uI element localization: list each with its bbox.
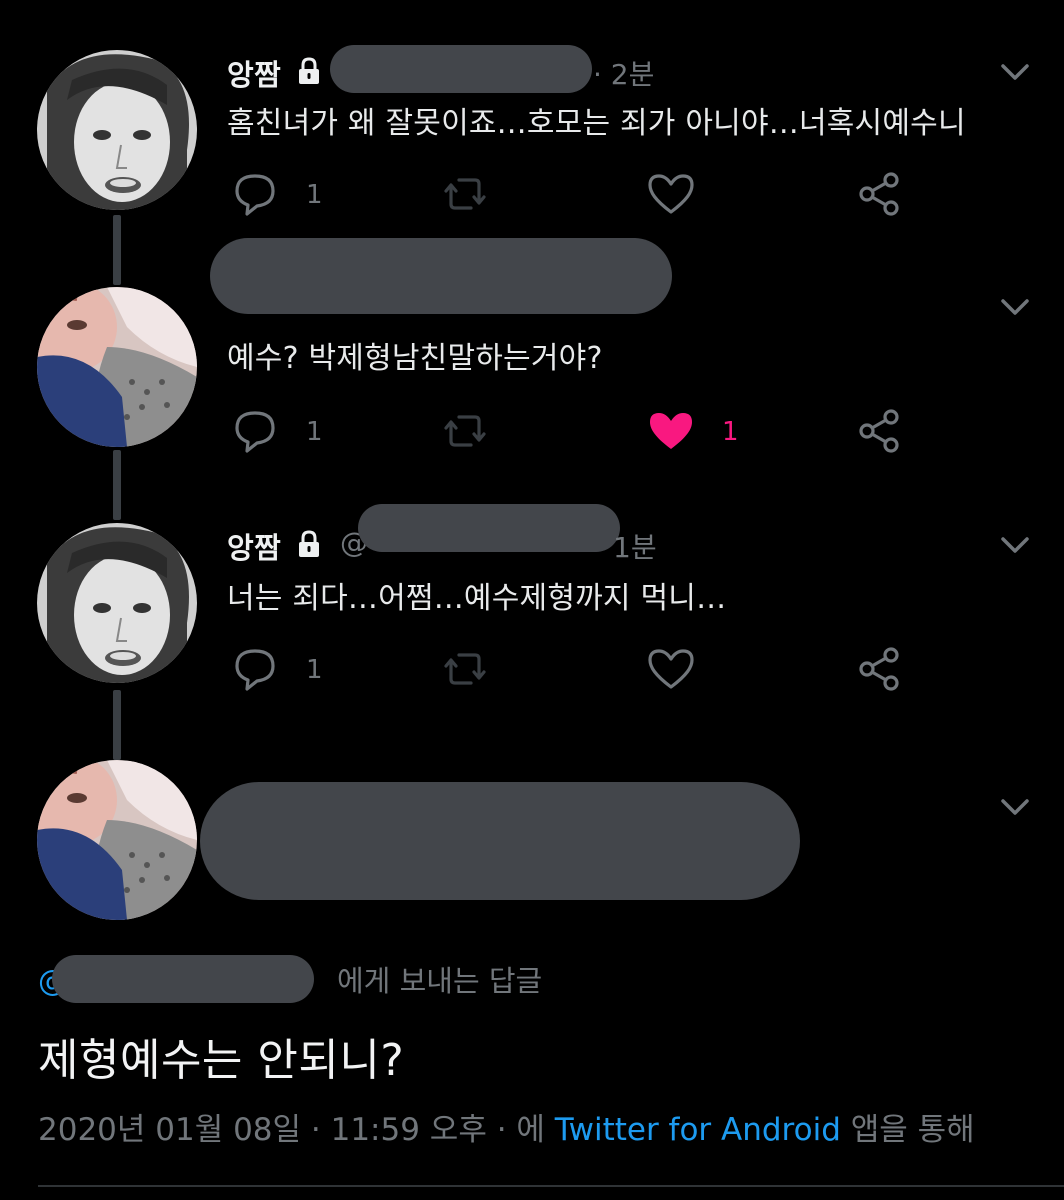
tweet-time[interactable]: · 2분	[593, 53, 654, 93]
thread-connector	[113, 690, 121, 760]
reply-count: 1	[306, 655, 323, 685]
redacted-author	[210, 238, 672, 314]
like-icon[interactable]	[647, 170, 695, 218]
tweet-author-name[interactable]: 앙짬	[227, 525, 281, 567]
retweet-icon[interactable]	[441, 645, 489, 693]
avatar-user-angjjam[interactable]	[37, 50, 197, 210]
redacted-reply-handle	[52, 955, 314, 1003]
tweet-source-link[interactable]: Twitter for Android	[555, 1112, 841, 1148]
like-count: 1	[722, 417, 739, 447]
retweet-icon[interactable]	[441, 407, 489, 455]
avatar-user-2[interactable]	[37, 760, 197, 920]
tweet-date: 2020년 01월 08일 · 11:59 오후 · 에	[38, 1112, 555, 1148]
share-icon[interactable]	[856, 645, 904, 693]
like-icon[interactable]	[647, 645, 695, 693]
tweet-text: 너는 죄다…어쩜…예수제형까지 먹니…	[227, 581, 727, 616]
chevron-down-icon[interactable]	[1000, 797, 1030, 817]
divider	[38, 1185, 1064, 1187]
chevron-down-icon[interactable]	[1000, 62, 1030, 82]
tweet-source-suffix: 앱을 통해	[840, 1112, 975, 1148]
reply-icon[interactable]	[231, 407, 279, 455]
main-tweet-text: 제형예수는 안되니?	[38, 1035, 405, 1086]
tweet-text: 예수? 박제형남친말하는거야?	[227, 341, 603, 376]
redacted-author	[200, 782, 800, 900]
tweet-text: 홈친녀가 왜 잘못이죠…호모는 죄가 아니야…너혹시예수니	[227, 106, 966, 141]
redacted-handle	[358, 504, 620, 552]
reply-icon[interactable]	[231, 645, 279, 693]
thread-connector	[113, 215, 121, 285]
chevron-down-icon[interactable]	[1000, 297, 1030, 317]
avatar-user-2[interactable]	[37, 287, 197, 447]
chevron-down-icon[interactable]	[1000, 535, 1030, 555]
retweet-icon[interactable]	[441, 170, 489, 218]
tweet-timestamp: 2020년 01월 08일 · 11:59 오후 · 에 Twitter for…	[38, 1104, 975, 1149]
lock-icon	[299, 530, 319, 557]
reply-icon[interactable]	[231, 170, 279, 218]
avatar-user-angjjam[interactable]	[37, 523, 197, 683]
thread-connector	[113, 450, 121, 520]
reply-count: 1	[306, 180, 323, 210]
redacted-handle	[330, 45, 592, 93]
tweet-author-name[interactable]: 앙짬	[227, 52, 281, 94]
reply-to-suffix: 에게 보내는 답글	[337, 964, 543, 998]
share-icon[interactable]	[856, 407, 904, 455]
share-icon[interactable]	[856, 170, 904, 218]
reply-count: 1	[306, 417, 323, 447]
lock-icon	[299, 57, 319, 84]
like-icon-active[interactable]	[647, 407, 695, 455]
tweet-time[interactable]: 1분	[613, 526, 657, 566]
